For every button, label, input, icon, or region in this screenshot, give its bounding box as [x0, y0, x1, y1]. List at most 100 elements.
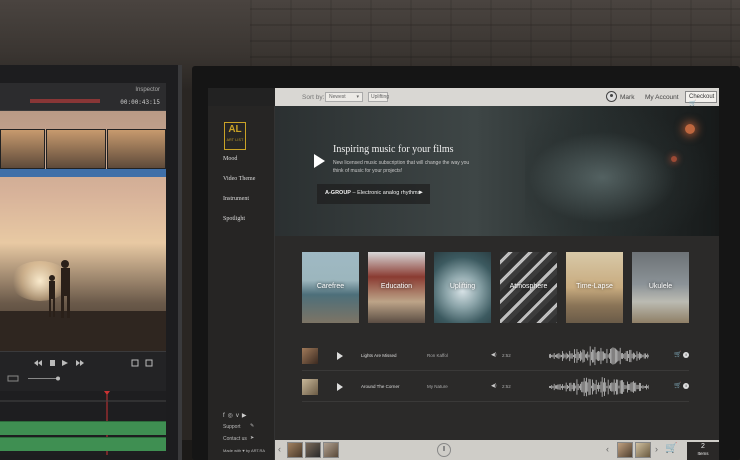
sidebar: AL ART LIST Mood Video Theme Instrument …	[208, 106, 275, 460]
category-label: Ukulele	[648, 283, 673, 290]
track-thumbnail	[302, 348, 318, 364]
wrench-icon: ✎	[250, 423, 255, 429]
nav-item-spotlight[interactable]: Spotlight	[223, 216, 245, 222]
category-label: Education	[380, 283, 413, 290]
video-clip[interactable]	[46, 129, 106, 169]
clip-name-bar	[30, 99, 100, 103]
left-monitor: Inspector 00:00:43:15	[0, 65, 182, 460]
volume-icon[interactable]: ◀)	[491, 383, 497, 389]
volume-icon[interactable]: ◀)	[491, 352, 497, 358]
bokeh-light	[671, 156, 677, 162]
cart-icon[interactable]: 🛒	[665, 443, 677, 454]
track-title[interactable]: Around The Corner	[361, 384, 399, 389]
content-area: Carefree Education Uplifting Atmosphere …	[275, 236, 719, 460]
instagram-icon[interactable]: ◎	[228, 413, 236, 419]
chevron-down-icon: ▾	[356, 94, 359, 100]
playlist-group: A-GROUP	[325, 190, 351, 196]
track-row[interactable]: Around The Corner My Nature ◀) 2:52 🛒 i	[302, 372, 689, 402]
sort-value: Newest	[329, 94, 346, 100]
send-icon: ➤	[250, 435, 255, 441]
track-row[interactable]: Lights Are Missed Ron Kaffol ◀) 2:52 🛒 i	[302, 341, 689, 371]
history-clock-icon[interactable]	[437, 443, 451, 457]
editor-topbar: Inspector 00:00:43:15	[0, 83, 166, 111]
play-icon[interactable]	[337, 352, 343, 360]
player-bar: ‹ ‹ › 🛒 2 Items	[275, 440, 719, 460]
user-name[interactable]: Mark	[620, 94, 634, 101]
category-label: Time-Lapse	[576, 283, 613, 290]
cart-item-thumb[interactable]	[617, 442, 633, 458]
logo-mark: AL	[228, 124, 242, 135]
track-title[interactable]: Lights Are Missed	[361, 353, 397, 358]
recent-track-thumb[interactable]	[287, 442, 303, 458]
top-bar: Sort by: Newest ▾ Uplifting Mark My Acco…	[208, 88, 719, 107]
hero-banner: Inspiring music for your films New licen…	[275, 106, 719, 236]
track-artist[interactable]: My Nature	[427, 384, 448, 389]
add-to-cart-icon[interactable]: 🛒	[674, 351, 681, 358]
my-account-link[interactable]: My Account	[645, 94, 679, 101]
play-icon[interactable]	[337, 383, 343, 391]
transport-icons[interactable]	[0, 352, 166, 392]
track-thumbnail	[302, 379, 318, 395]
topbar-left-strip	[208, 88, 275, 106]
waveform[interactable]	[549, 346, 649, 366]
sort-dropdown[interactable]: Newest ▾	[325, 92, 363, 102]
playlist-name: Electronic analog rhythms	[357, 190, 421, 196]
cart-item-thumb[interactable]	[635, 442, 651, 458]
category-tile-atmosphere[interactable]: Atmosphere	[500, 252, 557, 323]
category-tile-carefree[interactable]: Carefree	[302, 252, 359, 323]
ground	[0, 311, 166, 351]
playback-controls	[0, 351, 166, 391]
checkout-label: Checkout	[689, 94, 715, 100]
chevron-left-icon[interactable]: ‹	[606, 444, 609, 454]
category-tile-ukulele[interactable]: Ukulele	[632, 252, 689, 323]
title-track[interactable]	[0, 169, 166, 177]
checkout-button[interactable]: Checkout 🛒	[685, 91, 717, 107]
category-label: Uplifting	[449, 283, 476, 290]
cart-count: 2	[701, 443, 705, 450]
video-clip[interactable]	[0, 129, 45, 169]
video-clip[interactable]	[107, 129, 166, 169]
filter-chip[interactable]: Uplifting	[368, 92, 389, 102]
chevron-left-icon[interactable]: ‹	[278, 444, 281, 454]
play-arrow-icon: ►	[418, 190, 424, 196]
add-to-cart-icon[interactable]: 🛒	[674, 382, 681, 389]
nav-item-instrument[interactable]: Instrument	[223, 196, 249, 202]
waveform[interactable]	[549, 377, 649, 397]
hero-subtitle: New licensed music subscription that wil…	[333, 160, 470, 174]
cart-count-unit: Items	[697, 451, 709, 456]
inspector-label[interactable]: Inspector	[135, 87, 160, 93]
audio-track[interactable]	[0, 421, 166, 435]
category-label: Atmosphere	[509, 283, 548, 290]
track-duration: 2:52	[502, 384, 511, 389]
nav-item-video-theme[interactable]: Video Theme	[223, 176, 255, 182]
bokeh-light	[685, 124, 695, 134]
right-monitor: Sort by: Newest ▾ Uplifting Mark My Acco…	[192, 66, 740, 460]
featured-playlist-button[interactable]: A-GROUP – Electronic analog rhythms ►	[317, 184, 430, 204]
logo-text: ART LIST	[226, 138, 244, 142]
nav-item-mood[interactable]: Mood	[223, 156, 237, 162]
info-icon[interactable]: i	[683, 352, 689, 358]
category-tile-education[interactable]: Education	[368, 252, 425, 323]
artlist-logo[interactable]: AL ART LIST	[224, 122, 246, 150]
video-editor-screen: Inspector 00:00:43:15	[0, 83, 166, 455]
youtube-icon[interactable]: ▶	[242, 413, 250, 419]
support-link[interactable]: Support	[223, 424, 241, 430]
chevron-right-icon[interactable]: ›	[655, 444, 658, 454]
hero-title: Inspiring music for your films	[333, 144, 454, 155]
category-tile-time-lapse[interactable]: Time-Lapse	[566, 252, 623, 323]
recent-track-thumb[interactable]	[323, 442, 339, 458]
social-icons: f◎v▶	[223, 412, 250, 419]
recent-track-thumb[interactable]	[305, 442, 321, 458]
play-icon[interactable]	[314, 154, 325, 168]
track-duration: 2:52	[502, 353, 511, 358]
cart-count-badge[interactable]: 2 Items	[687, 442, 719, 460]
timecode: 00:00:43:15	[120, 99, 160, 106]
category-tile-uplifting[interactable]: Uplifting	[434, 252, 491, 323]
contact-link[interactable]: Contact us	[223, 436, 247, 442]
audio-track[interactable]	[0, 437, 166, 451]
made-with-credit: Made with ♥ by ART.RA	[223, 448, 266, 453]
artlist-website: Sort by: Newest ▾ Uplifting Mark My Acco…	[208, 88, 719, 460]
user-icon[interactable]	[606, 91, 617, 102]
track-artist[interactable]: Ron Kaffol	[427, 353, 448, 358]
info-icon[interactable]: i	[683, 383, 689, 389]
